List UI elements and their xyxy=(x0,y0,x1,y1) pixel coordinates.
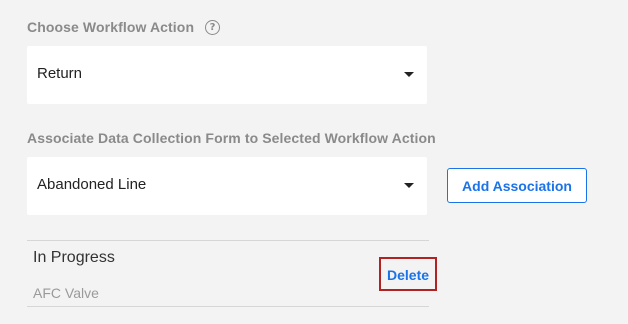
help-icon[interactable]: ? xyxy=(205,20,220,35)
data-collection-label: Associate Data Collection Form to Select… xyxy=(27,130,436,146)
workflow-action-selected-value: Return xyxy=(37,65,83,82)
caret-down-icon xyxy=(404,183,414,188)
delete-association-button[interactable]: Delete xyxy=(379,257,437,291)
data-collection-selected-value: Abandoned Line xyxy=(37,176,147,193)
divider-bottom xyxy=(27,306,429,307)
caret-down-icon xyxy=(404,72,414,77)
add-association-button[interactable]: Add Association xyxy=(447,168,587,203)
workflow-action-label: Choose Workflow Action xyxy=(27,19,195,35)
association-status: In Progress xyxy=(33,249,115,266)
association-form-name: AFC Valve xyxy=(33,285,99,301)
data-collection-form-select[interactable]: Abandoned Line xyxy=(27,157,427,215)
workflow-action-select[interactable]: Return xyxy=(27,46,427,104)
divider-top xyxy=(27,240,429,241)
